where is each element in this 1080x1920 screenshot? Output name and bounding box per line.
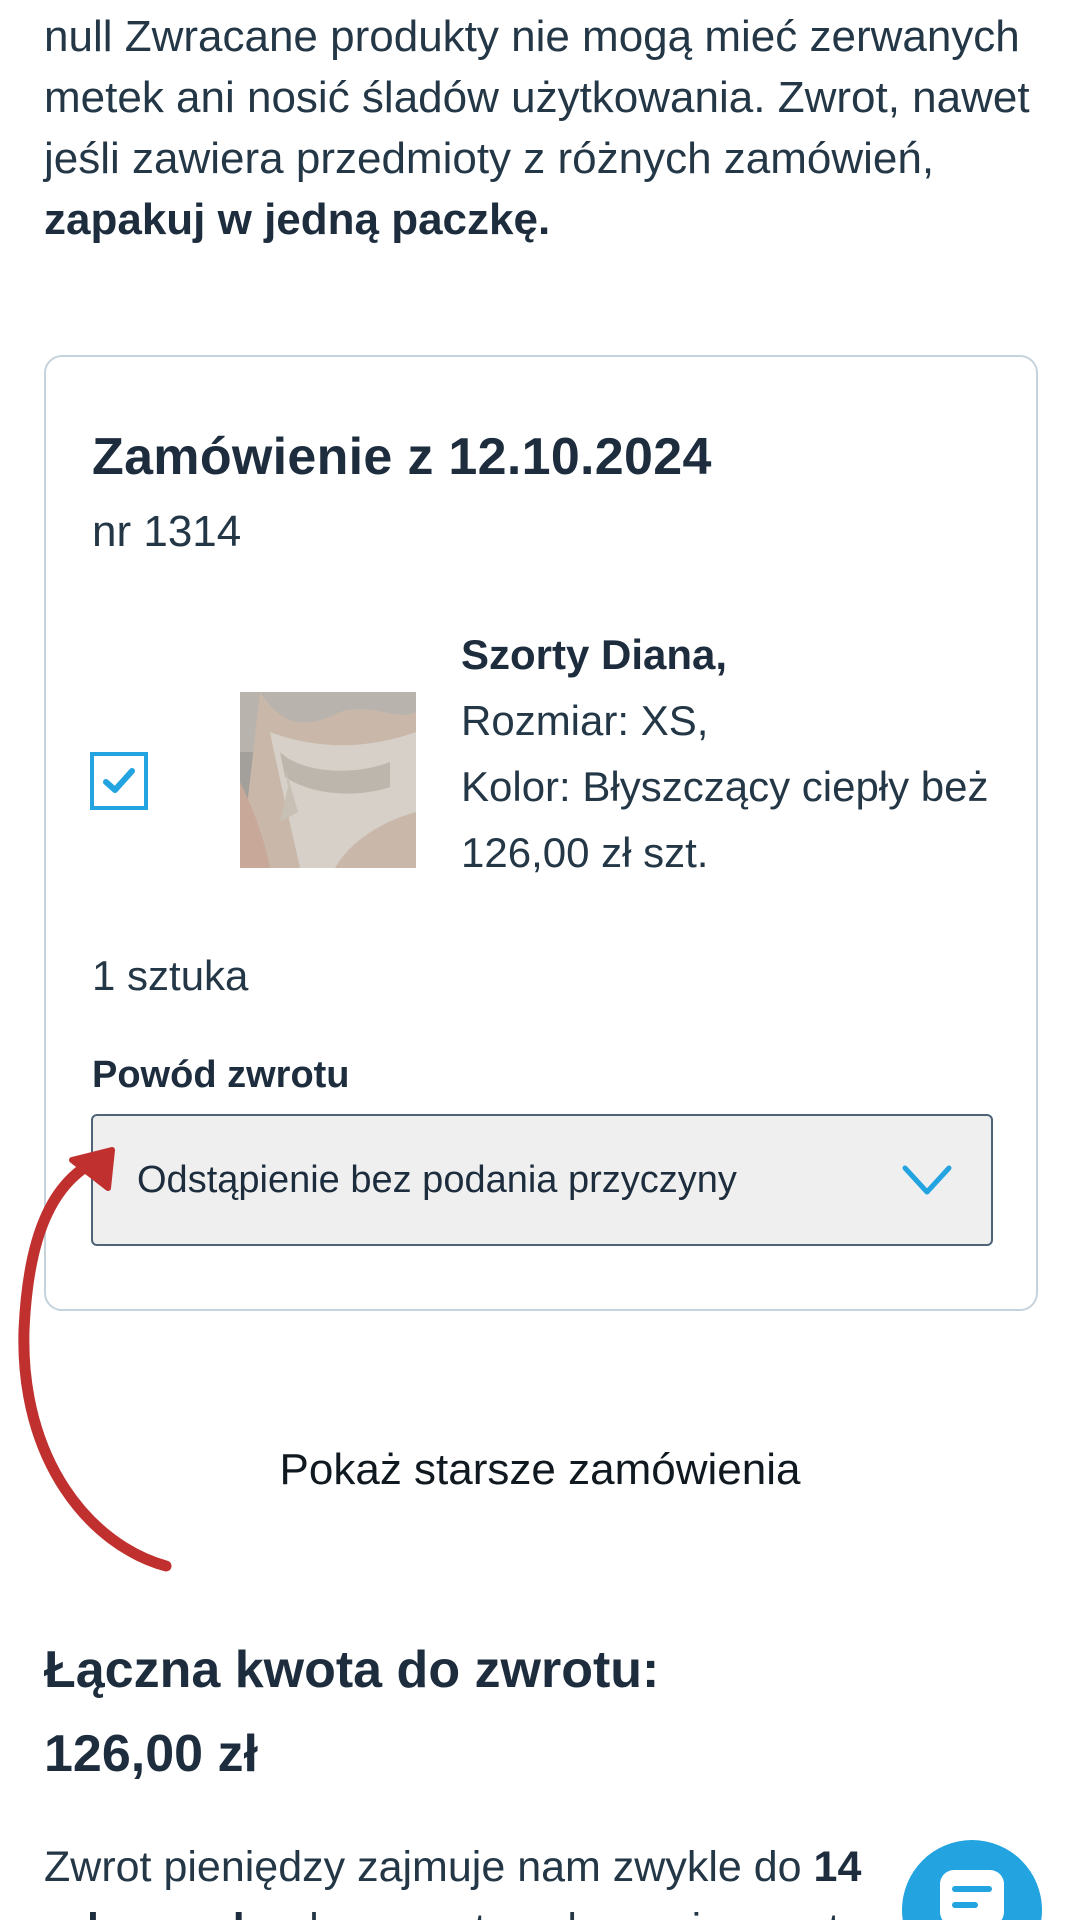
return-reason-select[interactable]: Odstąpienie bez podania przyczyny xyxy=(91,1114,993,1246)
chat-icon xyxy=(940,1870,1004,1920)
product-color: Kolor: Błyszczący ciepły beż xyxy=(461,763,989,810)
return-reason-value: Odstąpienie bez podania przyczyny xyxy=(137,1158,737,1201)
check-icon xyxy=(103,768,135,793)
refund-total-amount: 126,00 zł xyxy=(44,1725,258,1783)
return-instructions-text: null Zwracane produkty nie mogą mieć zer… xyxy=(44,12,1030,183)
product-select-checkbox[interactable] xyxy=(90,752,148,810)
product-quantity: 1 sztuka xyxy=(92,952,249,999)
order-number: nr 1314 xyxy=(92,507,242,556)
return-instructions: null Zwracane produkty nie mogą mieć zer… xyxy=(44,6,1054,250)
product-details: Szorty Diana, Rozmiar: XS, Kolor: Błyszc… xyxy=(461,622,1001,886)
return-form-page: null Zwracane produkty nie mogą mieć zer… xyxy=(0,0,1080,1920)
refund-timing-text: Zwrot pieniędzy zajmuje nam zwykle do xyxy=(44,1843,814,1891)
product-name: Szorty Diana, xyxy=(461,631,728,678)
refund-timing-tail: od momentu zgłoszenia zwrotu xyxy=(259,1905,864,1920)
refund-total-label: Łączna kwota do zwrotu: xyxy=(44,1641,660,1699)
product-size: Rozmiar: XS, xyxy=(461,697,709,744)
product-price: 126,00 zł szt. xyxy=(461,829,709,876)
show-older-orders-link[interactable]: Pokaż starsze zamówienia xyxy=(0,1445,1080,1495)
return-reason-label: Powód zwrotu xyxy=(92,1054,350,1096)
order-card: Zamówienie z 12.10.2024 nr 1314 Szorty D… xyxy=(44,355,1038,1311)
order-title: Zamówienie z 12.10.2024 xyxy=(92,428,712,486)
return-instructions-emphasis: zapakuj w jedną paczkę. xyxy=(44,195,551,244)
chevron-down-icon xyxy=(902,1165,952,1195)
product-photo xyxy=(240,692,416,868)
